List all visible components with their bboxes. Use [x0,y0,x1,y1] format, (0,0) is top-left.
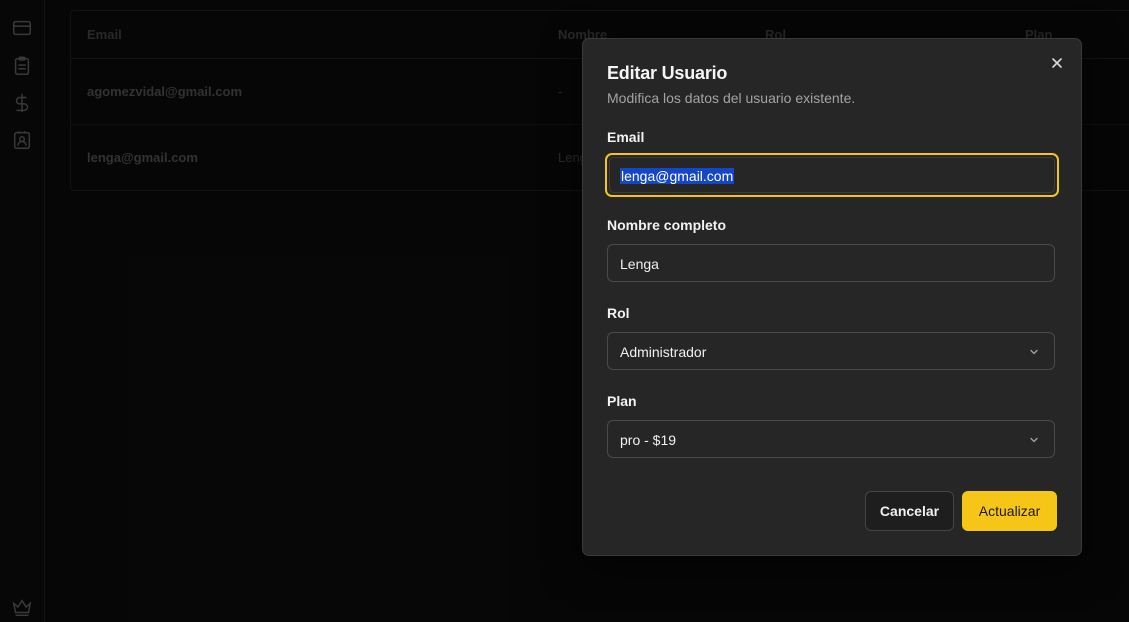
name-field[interactable]: Lenga [607,244,1055,282]
edit-user-dialog: Editar Usuario Modifica los datos del us… [582,38,1082,556]
plan-label: Plan [607,393,637,409]
dialog-subtitle: Modifica los datos del usuario existente… [607,90,856,106]
update-button[interactable]: Actualizar [962,491,1057,531]
chevron-down-icon [1028,434,1040,446]
plan-select[interactable]: pro - $19 [607,420,1055,458]
cancel-button[interactable]: Cancelar [865,491,954,531]
close-icon[interactable] [1049,55,1065,71]
chevron-down-icon [1028,346,1040,358]
name-label: Nombre completo [607,217,727,233]
role-value: Administrador [620,344,707,360]
name-value: Lenga [620,256,659,272]
email-field[interactable]: lenga@gmail.com [605,153,1059,197]
email-value: lenga@gmail.com [620,168,735,184]
dialog-title: Editar Usuario [607,63,728,83]
plan-value: pro - $19 [620,432,677,448]
email-label: Email [607,129,645,145]
role-label: Rol [607,305,630,321]
role-select[interactable]: Administrador [607,332,1055,370]
